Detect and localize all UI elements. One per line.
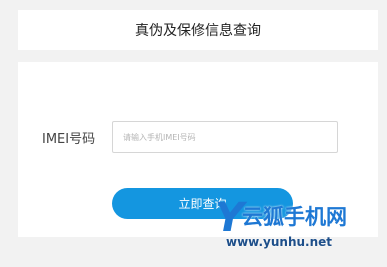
watermark-logo: Y — [215, 195, 244, 241]
page-title-bar: 真伪及保修信息查询 — [18, 10, 378, 50]
page-title: 真伪及保修信息查询 — [135, 23, 261, 39]
imei-label: IMEI号码 — [42, 132, 96, 147]
watermark-url: www.yunhu.net — [226, 235, 333, 249]
watermark-site-name: 云狐手机网 — [242, 205, 347, 229]
imei-input[interactable] — [112, 121, 338, 153]
site-watermark: Y 云狐手机网 www.yunhu.net — [215, 198, 387, 267]
